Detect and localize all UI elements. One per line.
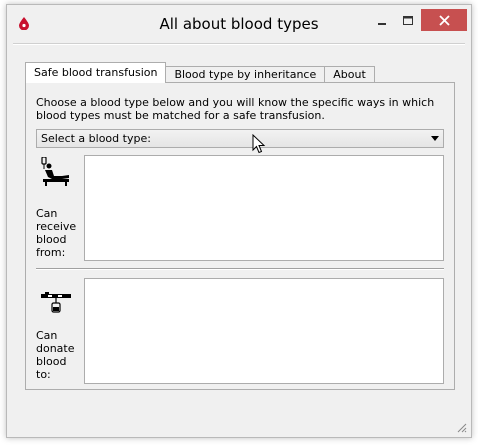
- tab-blood-type-by-inheritance[interactable]: Blood type by inheritance: [165, 66, 326, 83]
- blood-type-select[interactable]: Select a blood type:: [36, 129, 444, 148]
- maximize-button[interactable]: [397, 11, 419, 31]
- close-icon: [438, 14, 450, 26]
- title-bar[interactable]: All about blood types: [7, 5, 471, 41]
- close-button[interactable]: [421, 9, 467, 31]
- tab-panel: Choose a blood type below and you will k…: [25, 82, 455, 390]
- tab-safe-blood-transfusion[interactable]: Safe blood transfusion: [25, 62, 167, 83]
- tab-about[interactable]: About: [324, 66, 375, 83]
- donate-label: Can donate blood to:: [36, 329, 75, 381]
- select-value: Select a blood type:: [41, 132, 151, 145]
- patient-receiving-icon: [41, 157, 69, 186]
- section-divider: [36, 268, 444, 270]
- app-window: All about blood types Safe blood transfu…: [6, 4, 472, 438]
- maximize-icon: [403, 16, 413, 25]
- blood-bag-icon: [41, 292, 71, 313]
- receive-label: Can receive blood from:: [36, 207, 77, 259]
- mouse-cursor-icon: [252, 134, 266, 154]
- minimize-icon: [378, 23, 386, 25]
- minimize-button[interactable]: [371, 11, 393, 31]
- receive-result-box[interactable]: [84, 155, 444, 261]
- title-divider: [13, 43, 465, 45]
- instruction-text: Choose a blood type below and you will k…: [36, 96, 435, 122]
- donate-result-box[interactable]: [84, 278, 444, 384]
- tab-strip: Safe blood transfusion Blood type by inh…: [25, 62, 375, 83]
- resize-grip-icon[interactable]: [455, 421, 467, 433]
- chevron-down-icon[interactable]: [427, 130, 443, 147]
